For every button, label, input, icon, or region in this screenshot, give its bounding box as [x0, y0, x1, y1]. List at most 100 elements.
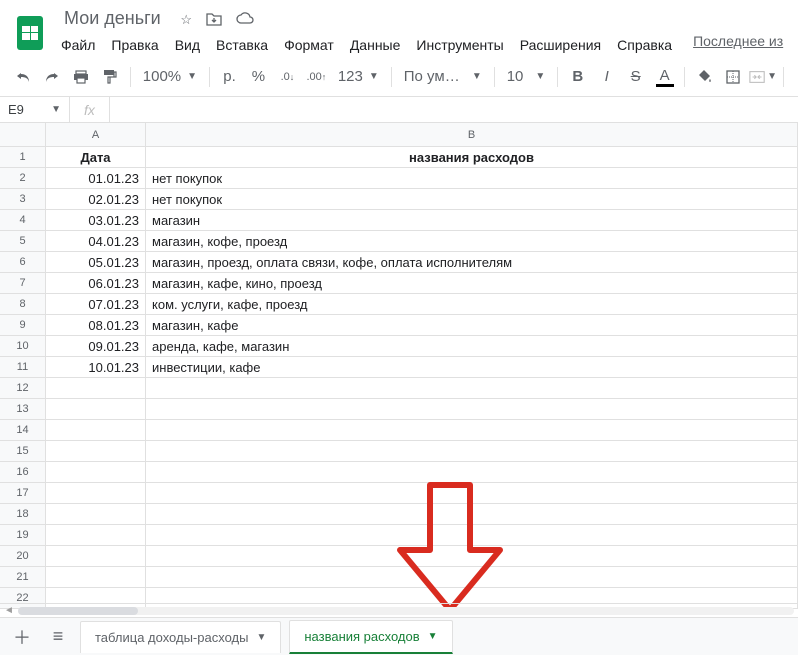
- last-edit-link[interactable]: Последнее из: [693, 33, 783, 57]
- col-header-a[interactable]: A: [46, 123, 146, 146]
- cell[interactable]: Дата: [46, 147, 146, 167]
- cell[interactable]: [146, 546, 798, 566]
- cell[interactable]: [146, 420, 798, 440]
- row-header[interactable]: 15: [0, 441, 46, 461]
- star-icon[interactable]: ☆: [180, 12, 192, 29]
- sheet-tab-2[interactable]: названия расходов▼: [289, 620, 452, 654]
- increase-decimal-button[interactable]: .00↑: [303, 63, 330, 91]
- document-title[interactable]: Мои деньги: [58, 6, 167, 30]
- zoom-dropdown[interactable]: 100%▼: [137, 63, 203, 91]
- font-size-dropdown[interactable]: 10▼: [501, 63, 552, 91]
- row-header[interactable]: 8: [0, 294, 46, 314]
- cell[interactable]: [46, 546, 146, 566]
- cell[interactable]: [46, 525, 146, 545]
- cell[interactable]: магазин, кафе: [146, 315, 798, 335]
- row-header[interactable]: 12: [0, 378, 46, 398]
- cell[interactable]: [146, 525, 798, 545]
- row-header[interactable]: 17: [0, 483, 46, 503]
- menu-edit[interactable]: Правка: [104, 33, 165, 57]
- paint-format-button[interactable]: [97, 63, 124, 91]
- sheets-logo[interactable]: [10, 13, 50, 53]
- bold-button[interactable]: B: [564, 63, 591, 91]
- cell[interactable]: [146, 567, 798, 587]
- cell[interactable]: [146, 441, 798, 461]
- cell[interactable]: 09.01.23: [46, 336, 146, 356]
- cell[interactable]: [146, 483, 798, 503]
- cell[interactable]: 05.01.23: [46, 252, 146, 272]
- row-header[interactable]: 3: [0, 189, 46, 209]
- cell[interactable]: [146, 399, 798, 419]
- row-header[interactable]: 21: [0, 567, 46, 587]
- format-currency-button[interactable]: р.: [216, 63, 243, 91]
- cell[interactable]: [46, 504, 146, 524]
- sheet-tab-1[interactable]: таблица доходы-расходы▼: [80, 621, 281, 653]
- cell[interactable]: 02.01.23: [46, 189, 146, 209]
- text-color-button[interactable]: A: [651, 63, 678, 91]
- add-sheet-button[interactable]: ＋: [8, 623, 36, 651]
- merge-cells-button[interactable]: ▼: [749, 63, 777, 91]
- menu-tools[interactable]: Инструменты: [409, 33, 510, 57]
- menu-help[interactable]: Справка: [610, 33, 679, 57]
- cell[interactable]: [146, 378, 798, 398]
- row-header[interactable]: 11: [0, 357, 46, 377]
- row-header[interactable]: 4: [0, 210, 46, 230]
- cell[interactable]: магазин: [146, 210, 798, 230]
- cell[interactable]: 08.01.23: [46, 315, 146, 335]
- redo-button[interactable]: [39, 63, 66, 91]
- cell[interactable]: 06.01.23: [46, 273, 146, 293]
- decrease-decimal-button[interactable]: .0↓: [274, 63, 301, 91]
- fill-color-button[interactable]: [691, 63, 718, 91]
- menu-file[interactable]: Файл: [54, 33, 102, 57]
- row-header[interactable]: 13: [0, 399, 46, 419]
- print-button[interactable]: [68, 63, 95, 91]
- cell[interactable]: нет покупок: [146, 168, 798, 188]
- col-header-b[interactable]: B: [146, 123, 798, 146]
- font-dropdown[interactable]: По умолча...▼: [398, 63, 488, 91]
- menu-data[interactable]: Данные: [343, 33, 408, 57]
- row-header[interactable]: 7: [0, 273, 46, 293]
- cell[interactable]: нет покупок: [146, 189, 798, 209]
- menu-insert[interactable]: Вставка: [209, 33, 275, 57]
- cell[interactable]: [146, 504, 798, 524]
- cell[interactable]: 07.01.23: [46, 294, 146, 314]
- move-icon[interactable]: [206, 12, 222, 29]
- cell[interactable]: магазин, кофе, проезд: [146, 231, 798, 251]
- row-header[interactable]: 20: [0, 546, 46, 566]
- row-header[interactable]: 10: [0, 336, 46, 356]
- cell[interactable]: инвестиции, кафе: [146, 357, 798, 377]
- cloud-icon[interactable]: [236, 12, 254, 29]
- row-header[interactable]: 9: [0, 315, 46, 335]
- row-header[interactable]: 16: [0, 462, 46, 482]
- more-formats-dropdown[interactable]: 123▼: [332, 63, 385, 91]
- menu-view[interactable]: Вид: [168, 33, 207, 57]
- menu-extensions[interactable]: Расширения: [513, 33, 608, 57]
- cell[interactable]: [46, 483, 146, 503]
- row-header[interactable]: 5: [0, 231, 46, 251]
- row-header[interactable]: 1: [0, 147, 46, 167]
- cell[interactable]: 04.01.23: [46, 231, 146, 251]
- row-header[interactable]: 18: [0, 504, 46, 524]
- cell[interactable]: ком. услуги, кафе, проезд: [146, 294, 798, 314]
- name-box[interactable]: E9▼: [0, 97, 70, 122]
- cell[interactable]: названия расходов: [146, 147, 798, 167]
- row-header[interactable]: 2: [0, 168, 46, 188]
- all-sheets-button[interactable]: ≡: [44, 623, 72, 651]
- cell[interactable]: [46, 567, 146, 587]
- cell[interactable]: [46, 441, 146, 461]
- horizontal-scrollbar[interactable]: ◄: [0, 603, 798, 617]
- row-header[interactable]: 14: [0, 420, 46, 440]
- menu-format[interactable]: Формат: [277, 33, 341, 57]
- undo-button[interactable]: [10, 63, 37, 91]
- row-header[interactable]: 19: [0, 525, 46, 545]
- cell[interactable]: [46, 420, 146, 440]
- cell[interactable]: 10.01.23: [46, 357, 146, 377]
- row-header[interactable]: 6: [0, 252, 46, 272]
- cell[interactable]: 03.01.23: [46, 210, 146, 230]
- cell[interactable]: [46, 378, 146, 398]
- spreadsheet-grid[interactable]: A B 1Датаназвания расходов201.01.23нет п…: [0, 123, 798, 609]
- format-percent-button[interactable]: %: [245, 63, 272, 91]
- cell[interactable]: [46, 399, 146, 419]
- cell[interactable]: [146, 462, 798, 482]
- borders-button[interactable]: [720, 63, 747, 91]
- select-all-corner[interactable]: [0, 123, 46, 146]
